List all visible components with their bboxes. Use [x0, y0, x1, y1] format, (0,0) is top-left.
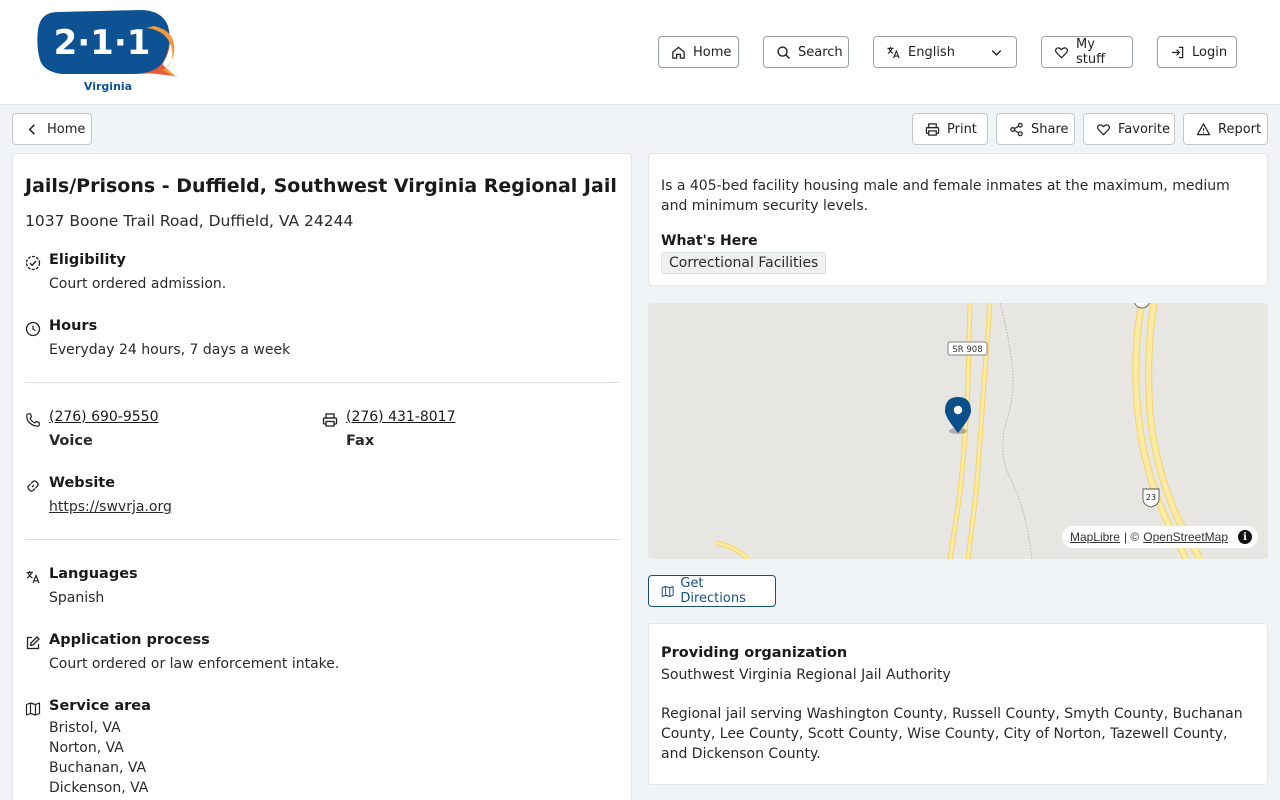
clock-icon — [25, 321, 41, 337]
site-header: 2·1·1 Virginia Home Search English My st… — [0, 0, 1280, 105]
fax-type: Fax — [346, 433, 375, 449]
nav-home-label: Home — [693, 44, 732, 60]
organization-name[interactable]: Southwest Virginia Regional Jail Authori… — [661, 667, 951, 683]
map-attribution: MapLibre | © OpenStreetMap i — [1061, 526, 1258, 548]
map-tiles: SR 908 23 — [715, 303, 1204, 559]
get-directions-button[interactable]: Get Directions — [648, 575, 776, 607]
search-icon — [777, 45, 790, 59]
info-icon[interactable]: i — [1238, 530, 1252, 544]
map-icon — [25, 702, 41, 716]
print-button[interactable]: Print — [912, 113, 988, 145]
application-label: Application process — [49, 632, 210, 648]
eligibility-value: Court ordered admission. — [49, 276, 227, 292]
nav-search-button[interactable]: Search — [763, 36, 849, 68]
printer-icon — [925, 122, 940, 136]
chevron-left-icon — [28, 123, 35, 135]
whats-here-label: What's Here — [661, 233, 758, 249]
section-divider — [25, 539, 619, 540]
back-home-button[interactable]: Home — [12, 113, 92, 145]
service-area-list: Bristol, VA Norton, VA Buchanan, VA Dick… — [49, 718, 148, 798]
listing-title: Jails/Prisons - Duffield, Southwest Virg… — [25, 175, 617, 197]
share-button[interactable]: Share — [996, 113, 1075, 145]
map-icon — [661, 585, 674, 597]
login-icon — [1171, 46, 1184, 58]
service-area-item: Dickenson, VA — [49, 780, 149, 796]
phone-link[interactable]: (276) 690-9550 — [49, 409, 159, 425]
login-button[interactable]: Login — [1157, 36, 1237, 68]
attribution-separator: | © — [1123, 530, 1140, 544]
share-icon — [1010, 122, 1023, 136]
heart-icon — [1054, 46, 1069, 58]
service-area-item: Norton, VA — [49, 740, 124, 756]
organization-description: Regional jail serving Washington County,… — [661, 706, 1243, 762]
language-select[interactable]: English — [873, 36, 1017, 68]
print-label: Print — [947, 121, 977, 137]
edit-icon — [26, 636, 40, 650]
hours-value: Everyday 24 hours, 7 days a week — [49, 342, 291, 358]
my-stuff-button[interactable]: My stuff — [1041, 36, 1133, 68]
report-button[interactable]: Report — [1183, 113, 1268, 145]
listing-address: 1037 Boone Trail Road, Duffield, VA 2424… — [25, 212, 354, 230]
service-area-item: Bristol, VA — [49, 720, 121, 736]
service-area-label: Service area — [49, 698, 151, 714]
nav-home-button[interactable]: Home — [658, 36, 739, 68]
translate-icon — [887, 46, 900, 58]
fax-link[interactable]: (276) 431-8017 — [346, 409, 456, 425]
section-divider — [25, 382, 619, 383]
warning-icon — [1196, 122, 1211, 135]
hours-label: Hours — [49, 318, 98, 334]
back-home-label: Home — [47, 121, 86, 137]
service-area-item: Buchanan, VA — [49, 760, 147, 776]
my-stuff-label: My stuff — [1076, 37, 1106, 67]
favorite-button[interactable]: Favorite — [1083, 113, 1175, 145]
logo-graphic: 2·1·1 Virginia — [37, 10, 178, 93]
get-directions-label: Get Directions — [680, 576, 746, 606]
language-value: English — [908, 44, 955, 60]
nav-search-label: Search — [798, 44, 843, 60]
phone-icon — [26, 413, 40, 427]
openstreetmap-link[interactable]: OpenStreetMap — [1143, 530, 1228, 544]
home-icon — [672, 46, 685, 59]
road-label-sr908: SR 908 — [952, 345, 982, 355]
website-link[interactable]: https://swvrja.org — [49, 497, 172, 517]
site-logo[interactable]: 2·1·1 Virginia — [36, 10, 181, 94]
location-map[interactable]: SR 908 23 MapLibre | © OpenStreetMap i — [648, 303, 1268, 559]
check-circle-icon — [25, 255, 41, 271]
road-label-us23: 23 — [1146, 493, 1156, 502]
logo-number: 2·1·1 — [54, 23, 151, 63]
website-label: Website — [49, 475, 116, 491]
organization-label: Providing organization — [661, 645, 848, 661]
phone-type: Voice — [49, 433, 93, 449]
chevron-down-icon — [991, 49, 1002, 56]
favorite-label: Favorite — [1118, 121, 1170, 137]
languages-label: Languages — [49, 566, 138, 582]
eligibility-label: Eligibility — [49, 252, 126, 268]
maplibre-link[interactable]: MapLibre — [1070, 530, 1120, 544]
application-value: Court ordered or law enforcement intake. — [49, 656, 340, 672]
translate-icon — [26, 571, 40, 584]
languages-value: Spanish — [49, 590, 105, 606]
service-tag[interactable]: Correctional Facilities — [661, 252, 827, 274]
printer-icon — [322, 413, 338, 427]
login-label: Login — [1192, 44, 1228, 60]
description-text: Is a 405-bed facility housing male and f… — [661, 178, 1230, 214]
logo-caption: Virginia — [84, 80, 132, 93]
heart-icon — [1096, 123, 1111, 135]
report-label: Report — [1218, 121, 1262, 137]
link-icon — [27, 480, 39, 492]
share-label: Share — [1031, 121, 1069, 137]
